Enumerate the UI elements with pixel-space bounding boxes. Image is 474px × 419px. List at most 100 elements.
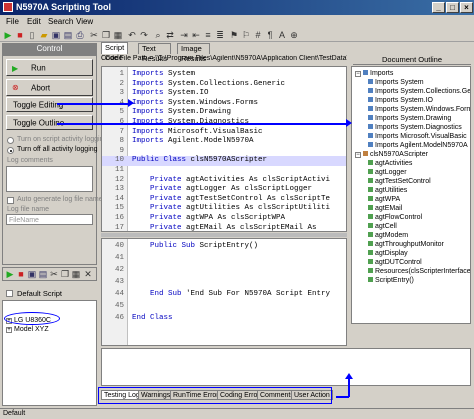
- outline-item[interactable]: − clsN5970AScripter: [355, 151, 428, 159]
- undo-icon[interactable]: ↶: [127, 30, 137, 40]
- code-line[interactable]: 40 Public Sub ScriptEntry(): [102, 242, 346, 252]
- outline-item[interactable]: agtEMail: [368, 205, 402, 213]
- outline-item[interactable]: agtThroughputMonitor: [368, 241, 444, 249]
- abort-button[interactable]: ⊗ Abort: [6, 79, 93, 96]
- code-line[interactable]: 9: [102, 147, 346, 157]
- auto-generate-checkbox[interactable]: [7, 197, 14, 204]
- line-numbers-icon[interactable]: #: [253, 30, 263, 40]
- format-icon[interactable]: ¶: [265, 30, 275, 40]
- editor-splitter[interactable]: [101, 233, 347, 237]
- default-script-checkbox[interactable]: [6, 290, 13, 297]
- logging-off-radio[interactable]: [7, 147, 14, 154]
- new-file-icon[interactable]: ▯: [27, 30, 37, 40]
- outline-item[interactable]: Imports System.IO: [368, 97, 433, 105]
- device-cut-icon[interactable]: ✂: [49, 269, 59, 279]
- outline-item[interactable]: Imports System.Drawing: [368, 115, 451, 123]
- device-item-model[interactable]: + Model XYZ: [6, 326, 49, 334]
- indent-icon[interactable]: ⇥: [179, 30, 189, 40]
- close-button[interactable]: ×: [460, 2, 473, 13]
- menu-edit[interactable]: Edit: [27, 17, 41, 26]
- collapse-icon[interactable]: −: [355, 152, 361, 158]
- expand-icon[interactable]: +: [6, 327, 12, 333]
- device-copy-icon[interactable]: ❐: [60, 269, 70, 279]
- outline-item[interactable]: agtCell: [368, 223, 397, 231]
- toggle-editing-button[interactable]: Toggle Editing: [6, 97, 93, 112]
- paste-icon[interactable]: ▦: [113, 30, 123, 40]
- outdent-icon[interactable]: ⇤: [191, 30, 201, 40]
- bookmark-icon[interactable]: ⚑: [229, 30, 239, 40]
- device-delete-icon[interactable]: ✕: [83, 269, 93, 279]
- outline-item[interactable]: Resources(clsScripterInterface: [368, 268, 470, 276]
- code-line[interactable]: 42: [102, 266, 346, 276]
- outline-item[interactable]: agtDUTControl: [368, 259, 422, 267]
- device-add-icon[interactable]: ▣: [27, 269, 37, 279]
- zoom-icon[interactable]: ⊕: [289, 30, 299, 40]
- tab-image-results[interactable]: Image Results: [177, 43, 210, 63]
- device-paste-icon[interactable]: ▦: [71, 269, 81, 279]
- next-bookmark-icon[interactable]: ⚐: [241, 30, 251, 40]
- code-line[interactable]: 5 Imports System.Drawing: [102, 108, 346, 118]
- code-line[interactable]: 14 Private agtTestSetControl As clsScrip…: [102, 195, 346, 205]
- outline-item[interactable]: agtTestSetControl: [368, 178, 431, 186]
- code-line[interactable]: 11: [102, 166, 346, 176]
- menu-view[interactable]: View: [76, 17, 93, 26]
- outline-item[interactable]: ScriptEntry(): [368, 277, 414, 285]
- code-line[interactable]: 13 Private agtLogger As clsScriptLogger: [102, 185, 346, 195]
- output-panel[interactable]: [101, 348, 471, 386]
- menu-search[interactable]: Search: [48, 17, 73, 26]
- outline-item[interactable]: Imports System.Windows.Forms: [368, 106, 470, 114]
- outline-item[interactable]: Imports Microsoft.VisualBasic: [368, 133, 467, 141]
- maximize-button[interactable]: □: [446, 2, 459, 13]
- code-line[interactable]: 1 Imports System: [102, 70, 346, 80]
- outline-item[interactable]: agtFlowControl: [368, 214, 422, 222]
- outline-item[interactable]: Imports System.Diagnostics: [368, 124, 462, 132]
- cut-icon[interactable]: ✂: [89, 30, 99, 40]
- redo-icon[interactable]: ↷: [139, 30, 149, 40]
- code-line[interactable]: 4Imports System.Windows.Forms: [102, 99, 346, 109]
- code-line[interactable]: 41: [102, 254, 346, 264]
- save-all-icon[interactable]: ▤: [63, 30, 73, 40]
- device-run-icon[interactable]: ▶: [5, 269, 15, 279]
- outline-item[interactable]: Imports System: [368, 79, 424, 87]
- log-file-name-field[interactable]: FileName: [6, 214, 93, 225]
- open-folder-icon[interactable]: ▰: [39, 30, 49, 40]
- code-line[interactable]: 2 Imports System.Collections.Generic: [102, 80, 346, 90]
- outline-item[interactable]: agtWPA: [368, 196, 400, 204]
- outline-item[interactable]: Imports Agilent.ModelN5970A: [368, 142, 468, 150]
- comment-icon[interactable]: ≡: [203, 30, 213, 40]
- stop-icon[interactable]: ■: [15, 30, 25, 40]
- outline-item[interactable]: agtUtilities: [368, 187, 407, 195]
- code-editor-top[interactable]: 1 Imports System 2 Imports System.Collectio…: [101, 66, 347, 232]
- outline-item[interactable]: agtLogger: [368, 169, 407, 177]
- outline-item[interactable]: − Imports: [355, 70, 393, 78]
- outline-item[interactable]: agtActivities: [368, 160, 412, 168]
- code-line[interactable]: 8 Imports Agilent.ModelN5970A: [102, 137, 346, 147]
- code-line[interactable]: 44 End Sub 'End Sub For N5970A Script En…: [102, 290, 346, 300]
- code-line[interactable]: 45: [102, 302, 346, 312]
- code-line[interactable]: 43: [102, 278, 346, 288]
- uncomment-icon[interactable]: ≣: [215, 30, 225, 40]
- log-comments-field[interactable]: [6, 166, 93, 192]
- menu-file[interactable]: File: [6, 17, 19, 26]
- outline-item[interactable]: agtDisplay: [368, 250, 408, 258]
- code-line[interactable]: 12 Private agtActivities As clsScriptAct…: [102, 176, 346, 186]
- code-line[interactable]: 7 Imports Microsoft.VisualBasic: [102, 128, 346, 138]
- outline-item[interactable]: agtModem: [368, 232, 408, 240]
- find-icon[interactable]: ⌕: [153, 30, 163, 40]
- tab-text-results[interactable]: Text Results: [138, 43, 172, 63]
- code-line[interactable]: 10 Public Class clsN5970AScripter: [102, 156, 346, 166]
- font-icon[interactable]: A: [277, 30, 287, 40]
- logging-on-radio[interactable]: [7, 137, 14, 144]
- code-line[interactable]: 3 Imports System.IO: [102, 89, 346, 99]
- code-line[interactable]: 46 End Class: [102, 314, 346, 324]
- code-editor-bottom[interactable]: 40 Public Sub ScriptEntry() 41 42 43 44 End …: [101, 238, 347, 346]
- minimize-button[interactable]: _: [432, 2, 445, 13]
- outline-item[interactable]: Imports System.Collections.Gen: [368, 88, 470, 96]
- save-icon[interactable]: ▣: [51, 30, 61, 40]
- copy-icon[interactable]: ❐: [101, 30, 111, 40]
- print-icon[interactable]: ⎙: [75, 30, 85, 40]
- run-button[interactable]: ▶ Run: [6, 59, 93, 76]
- device-stop-icon[interactable]: ■: [16, 269, 26, 279]
- device-remove-icon[interactable]: ▤: [38, 269, 48, 279]
- collapse-icon[interactable]: −: [355, 71, 361, 77]
